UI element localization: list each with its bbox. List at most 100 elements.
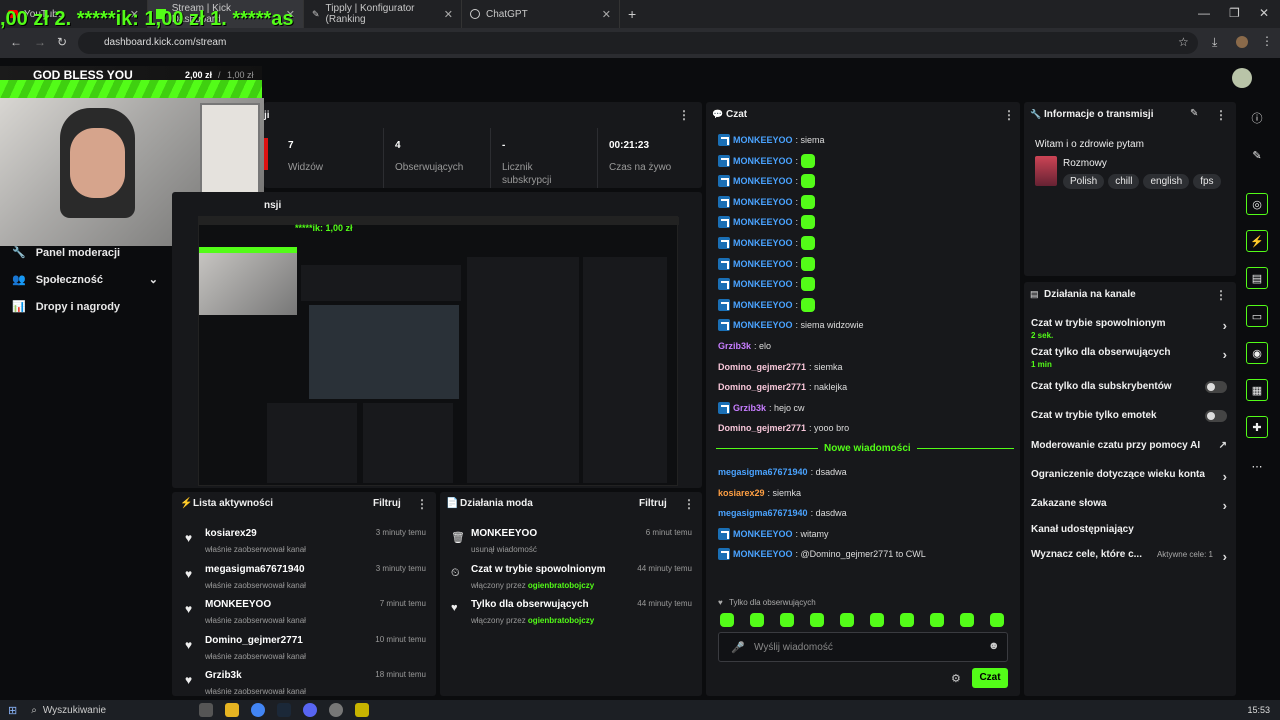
url-field[interactable]: dashboard.kick.com/stream xyxy=(78,32,1198,54)
activity-filter-button[interactable]: Filtruj xyxy=(373,498,401,509)
emote-icon[interactable] xyxy=(750,613,764,627)
channel-action-row[interactable]: Ograniczenie dotyczące wieku konta › xyxy=(1031,469,1229,484)
sidebar-item-spolecznosc[interactable]: 👥 Społeczność ⌄ xyxy=(12,273,158,287)
channel-action-row[interactable]: Czat w trybie tylko emotek xyxy=(1031,410,1229,422)
maximize-button[interactable]: ❐ xyxy=(1229,6,1240,20)
profile-avatar[interactable] xyxy=(1236,36,1248,48)
stream-preview-video[interactable]: *****ik: 1,00 zł xyxy=(198,216,679,486)
browser-menu-icon[interactable]: ⋮ xyxy=(1261,34,1273,48)
kebab-menu-icon[interactable]: ⋮ xyxy=(1003,108,1015,122)
tab-chatgpt[interactable]: ChatGPT ✕ xyxy=(462,0,620,28)
new-tab-button[interactable]: + xyxy=(628,6,636,22)
chevron-right-icon[interactable]: › xyxy=(1223,318,1227,333)
channel-action-row[interactable]: Moderowanie czatu przy pomocy AI ↗ xyxy=(1031,440,1229,451)
kebab-menu-icon[interactable]: ⋮ xyxy=(416,497,428,511)
kebab-menu-icon[interactable]: ⋮ xyxy=(678,108,690,122)
chat-username[interactable]: MONKEEYOO xyxy=(733,156,793,166)
channel-action-row[interactable]: Czat tylko dla subskrybentów xyxy=(1031,381,1229,393)
tag-pill[interactable]: fps xyxy=(1193,174,1221,189)
chevron-right-icon[interactable]: › xyxy=(1223,498,1227,513)
chat-username[interactable]: Domino_gejmer2771 xyxy=(718,362,806,372)
forward-icon[interactable]: → xyxy=(34,35,46,49)
chat-username[interactable]: MONKEEYOO xyxy=(733,238,793,248)
chat-username[interactable]: MONKEEYOO xyxy=(733,279,793,289)
back-icon[interactable]: ← xyxy=(10,35,22,49)
channel-action-row[interactable]: Kanał udostępniający xyxy=(1031,524,1229,535)
chevron-right-icon[interactable]: › xyxy=(1223,469,1227,484)
chat-username[interactable]: Domino_gejmer2771 xyxy=(718,382,806,392)
emote-icon[interactable] xyxy=(780,613,794,627)
discord-icon[interactable] xyxy=(302,703,317,717)
channel-action-row[interactable]: Czat w trybie spowolnionym 2 sek. › xyxy=(1031,318,1229,340)
chevron-right-icon[interactable]: › xyxy=(1223,347,1227,362)
taskbar-search[interactable]: Wyszukiwanie xyxy=(43,705,193,716)
chat-username[interactable]: MONKEEYOO xyxy=(733,300,793,310)
reload-icon[interactable]: ↻ xyxy=(57,35,67,49)
task-view-icon[interactable] xyxy=(198,703,213,717)
wrench-icon[interactable]: ✚ xyxy=(1246,416,1268,438)
close-icon[interactable]: ✕ xyxy=(444,8,453,21)
mod-actions-filter-button[interactable]: Filtruj xyxy=(639,498,667,509)
chrome-icon[interactable] xyxy=(250,703,265,717)
layout-icon[interactable]: ▦ xyxy=(1246,379,1268,401)
emote-icon[interactable] xyxy=(810,613,824,627)
chat-username[interactable]: MONKEEYOO xyxy=(733,135,793,145)
chat-icon[interactable]: ▭ xyxy=(1246,305,1268,327)
document-icon[interactable]: ▤ xyxy=(1246,267,1268,289)
tag-pill[interactable]: Polish xyxy=(1063,174,1105,189)
chat-username[interactable]: kosiarex29 xyxy=(718,488,765,498)
steam-icon[interactable] xyxy=(276,703,291,717)
target-icon[interactable]: ◎ xyxy=(1246,193,1268,215)
bolt-icon[interactable]: ⚡ xyxy=(1246,230,1268,252)
emote-icon[interactable] xyxy=(720,613,734,627)
broadcast-icon[interactable]: ◉ xyxy=(1246,342,1268,364)
edit-icon[interactable]: ✎ xyxy=(1246,144,1268,166)
external-link-icon[interactable]: ↗ xyxy=(1219,440,1227,451)
chat-username[interactable]: MONKEEYOO xyxy=(733,259,793,269)
kebab-menu-icon[interactable]: ⋮ xyxy=(1215,288,1227,302)
close-icon[interactable]: ✕ xyxy=(602,8,611,21)
chat-username[interactable]: megasigma67671940 xyxy=(718,508,808,518)
channel-action-row[interactable]: Wyznacz cele, które c... Aktywne cele: 1 › xyxy=(1031,549,1229,564)
chat-username[interactable]: MONKEEYOO xyxy=(733,549,793,559)
emote-icon[interactable] xyxy=(900,613,914,627)
chat-username[interactable]: MONKEEYOO xyxy=(733,529,793,539)
sidebar-item-panel-moderacji[interactable]: 🔧 Panel moderacji xyxy=(12,246,120,260)
toggle-switch[interactable] xyxy=(1205,381,1227,393)
bookmark-star-icon[interactable]: ☆ xyxy=(1178,35,1189,49)
chat-username[interactable]: Grzib3k xyxy=(718,341,751,351)
channel-action-row[interactable]: Zakazane słowa › xyxy=(1031,498,1229,513)
chat-username[interactable]: megasigma67671940 xyxy=(718,467,808,477)
emoji-icon[interactable]: ☻ xyxy=(988,640,1000,652)
category-name[interactable]: Rozmowy xyxy=(1063,158,1107,169)
minimize-button[interactable]: — xyxy=(1198,6,1210,20)
user-avatar[interactable] xyxy=(1232,68,1252,88)
emote-icon[interactable] xyxy=(990,613,1004,627)
chevron-right-icon[interactable]: › xyxy=(1223,549,1227,564)
chat-username[interactable]: MONKEEYOO xyxy=(733,197,793,207)
download-icon[interactable]: ⤓ xyxy=(1212,35,1217,50)
app-icon[interactable] xyxy=(354,703,369,717)
tag-pill[interactable]: chill xyxy=(1108,174,1140,189)
obs-icon[interactable] xyxy=(328,703,343,717)
emote-icon[interactable] xyxy=(930,613,944,627)
chat-input[interactable]: 🎤 Wyślij wiadomość ☻ xyxy=(718,632,1008,662)
microphone-icon[interactable]: 🎤 xyxy=(731,641,745,654)
chat-username[interactable]: Domino_gejmer2771 xyxy=(718,423,806,433)
emote-icon[interactable] xyxy=(960,613,974,627)
sidebar-item-dropy[interactable]: 📊 Dropy i nagrody xyxy=(12,300,120,314)
toggle-switch[interactable] xyxy=(1205,410,1227,422)
kebab-menu-icon[interactable]: ⋮ xyxy=(1215,108,1227,122)
chat-username[interactable]: MONKEEYOO xyxy=(733,217,793,227)
emote-icon[interactable] xyxy=(840,613,854,627)
chat-username[interactable]: Grzib3k xyxy=(733,403,766,413)
edit-pencil-icon[interactable]: ✎ xyxy=(1190,108,1198,119)
chat-username[interactable]: MONKEEYOO xyxy=(733,176,793,186)
mod-action-by[interactable]: ogienbratobojczy xyxy=(528,616,594,625)
emote-icon[interactable] xyxy=(870,613,884,627)
chat-username[interactable]: MONKEEYOO xyxy=(733,320,793,330)
tag-pill[interactable]: english xyxy=(1143,174,1190,189)
info-icon[interactable]: ⓘ xyxy=(1246,107,1268,129)
kebab-menu-icon[interactable]: ⋮ xyxy=(683,497,695,511)
file-explorer-icon[interactable] xyxy=(224,703,239,717)
